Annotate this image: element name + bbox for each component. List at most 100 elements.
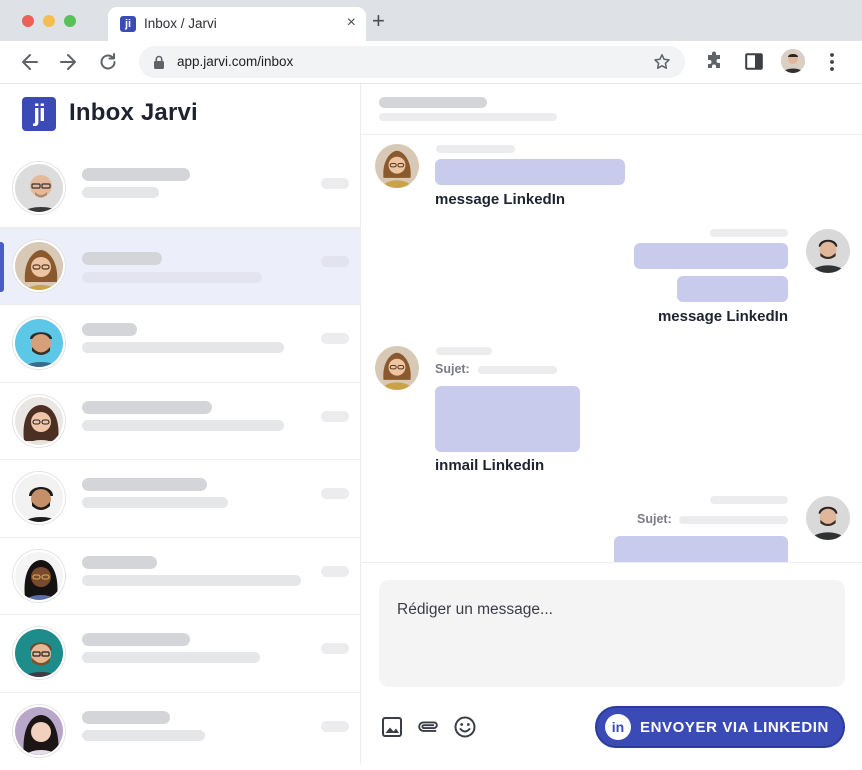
timestamp-placeholder — [321, 488, 349, 499]
timestamp-placeholder — [321, 721, 349, 732]
subject-label: Sujet: — [435, 362, 470, 376]
close-tab-icon[interactable]: × — [347, 14, 356, 32]
channel-label: message LinkedIn — [435, 191, 565, 208]
browser-toolbar: app.jarvi.com/inbox — [0, 41, 862, 84]
url-bar[interactable]: app.jarvi.com/inbox — [139, 46, 685, 78]
jarvi-logo: ji — [22, 97, 56, 131]
message-bubble — [614, 536, 788, 562]
contact-avatar — [13, 395, 65, 447]
message-preview-placeholder — [82, 342, 284, 353]
message-bubble — [435, 386, 580, 452]
emoji-icon[interactable] — [453, 715, 477, 739]
new-tab-button[interactable]: + — [372, 9, 385, 33]
user-avatar — [806, 229, 850, 273]
bookmark-star-icon[interactable] — [653, 53, 671, 71]
browser-tab-bar: ji Inbox / Jarvi × + — [0, 0, 862, 41]
url-text: app.jarvi.com/inbox — [177, 54, 293, 69]
conversation-item[interactable] — [0, 693, 361, 770]
message-input-placeholder: Rédiger un message... — [397, 601, 553, 619]
contact-name-placeholder — [82, 633, 190, 646]
conversation-item[interactable] — [0, 305, 361, 383]
contact-name-placeholder — [82, 323, 137, 336]
app-header: ji Inbox Jarvi — [0, 84, 361, 150]
message-composer: Rédiger un message... in ENVOYER VIA LIN… — [362, 562, 862, 764]
message-preview-placeholder — [82, 420, 284, 431]
send-via-linkedin-button[interactable]: in ENVOYER VIA LINKEDIN — [595, 706, 845, 748]
send-button-label: ENVOYER VIA LINKEDIN — [640, 719, 829, 736]
conversation-item[interactable] — [0, 538, 361, 616]
contact-avatar — [13, 627, 65, 679]
contact-name-placeholder — [82, 711, 170, 724]
contact-avatar — [375, 144, 419, 188]
reload-icon[interactable] — [97, 51, 119, 73]
sender-name-placeholder — [436, 145, 515, 153]
side-panel-icon[interactable] — [745, 53, 763, 70]
profile-avatar[interactable] — [781, 49, 805, 73]
message-preview-placeholder — [82, 575, 301, 586]
jarvi-favicon-icon: ji — [120, 16, 136, 32]
sender-name-placeholder — [710, 229, 788, 237]
conversation-panel: message LinkedIn message LinkedIn Sujet:… — [362, 84, 862, 764]
forward-arrow-icon[interactable] — [57, 51, 79, 73]
timestamp-placeholder — [321, 411, 349, 422]
conversation-item[interactable] — [0, 383, 361, 461]
user-avatar — [806, 496, 850, 540]
timestamp-placeholder — [321, 333, 349, 344]
conversation-item[interactable] — [0, 615, 361, 693]
subject-placeholder — [679, 516, 788, 524]
contact-avatar — [13, 705, 65, 757]
contact-avatar — [13, 550, 65, 602]
browser-menu-icon[interactable] — [827, 52, 837, 72]
message-preview-placeholder — [82, 187, 159, 198]
timestamp-placeholder — [321, 643, 349, 654]
timestamp-placeholder — [321, 256, 349, 267]
subject-label: Sujet: — [637, 512, 672, 526]
extensions-puzzle-icon[interactable] — [705, 51, 725, 71]
message-bubble — [435, 159, 625, 185]
message-bubble — [634, 243, 788, 269]
contact-avatar — [13, 472, 65, 524]
message-bubble — [677, 276, 788, 302]
conversation-item[interactable] — [0, 460, 361, 538]
window-minimize-button[interactable] — [43, 15, 55, 27]
window-close-button[interactable] — [22, 15, 34, 27]
back-arrow-icon[interactable] — [19, 51, 41, 73]
contact-avatar — [13, 240, 65, 292]
attachment-icon[interactable] — [416, 715, 440, 739]
tab-title: Inbox / Jarvi — [144, 16, 217, 31]
conversation-item[interactable] — [0, 150, 361, 228]
conversation-item-active[interactable] — [0, 228, 361, 306]
message-preview-placeholder — [82, 652, 260, 663]
window-maximize-button[interactable] — [64, 15, 76, 27]
chat-header — [362, 84, 862, 135]
message-preview-placeholder — [82, 730, 205, 741]
contact-avatar — [375, 346, 419, 390]
app-title: Inbox Jarvi — [69, 99, 198, 127]
message-preview-placeholder — [82, 272, 262, 283]
timestamp-placeholder — [321, 566, 349, 577]
linkedin-icon: in — [605, 714, 631, 740]
conversation-list — [0, 150, 361, 770]
sender-name-placeholder — [436, 347, 492, 355]
timestamp-placeholder — [321, 178, 349, 189]
lock-icon — [153, 55, 165, 69]
profile-photo-icon — [781, 49, 805, 73]
browser-tab-active[interactable]: ji Inbox / Jarvi × — [108, 7, 366, 41]
channel-label: message LinkedIn — [658, 308, 788, 325]
message-input[interactable]: Rédiger un message... — [379, 580, 845, 687]
conversation-sidebar: ji Inbox Jarvi — [0, 84, 361, 764]
contact-avatar — [13, 162, 65, 214]
contact-avatar — [13, 317, 65, 369]
sender-name-placeholder — [710, 496, 788, 504]
channel-label: inmail Linkedin — [435, 457, 544, 474]
subject-placeholder — [478, 366, 557, 374]
contact-name-placeholder — [82, 401, 212, 414]
contact-name-placeholder — [82, 478, 207, 491]
image-icon[interactable] — [380, 715, 404, 739]
contact-title-placeholder — [379, 113, 557, 121]
contact-name-placeholder — [379, 97, 487, 108]
contact-name-placeholder — [82, 252, 162, 265]
contact-name-placeholder — [82, 556, 157, 569]
message-preview-placeholder — [82, 497, 228, 508]
contact-name-placeholder — [82, 168, 190, 181]
